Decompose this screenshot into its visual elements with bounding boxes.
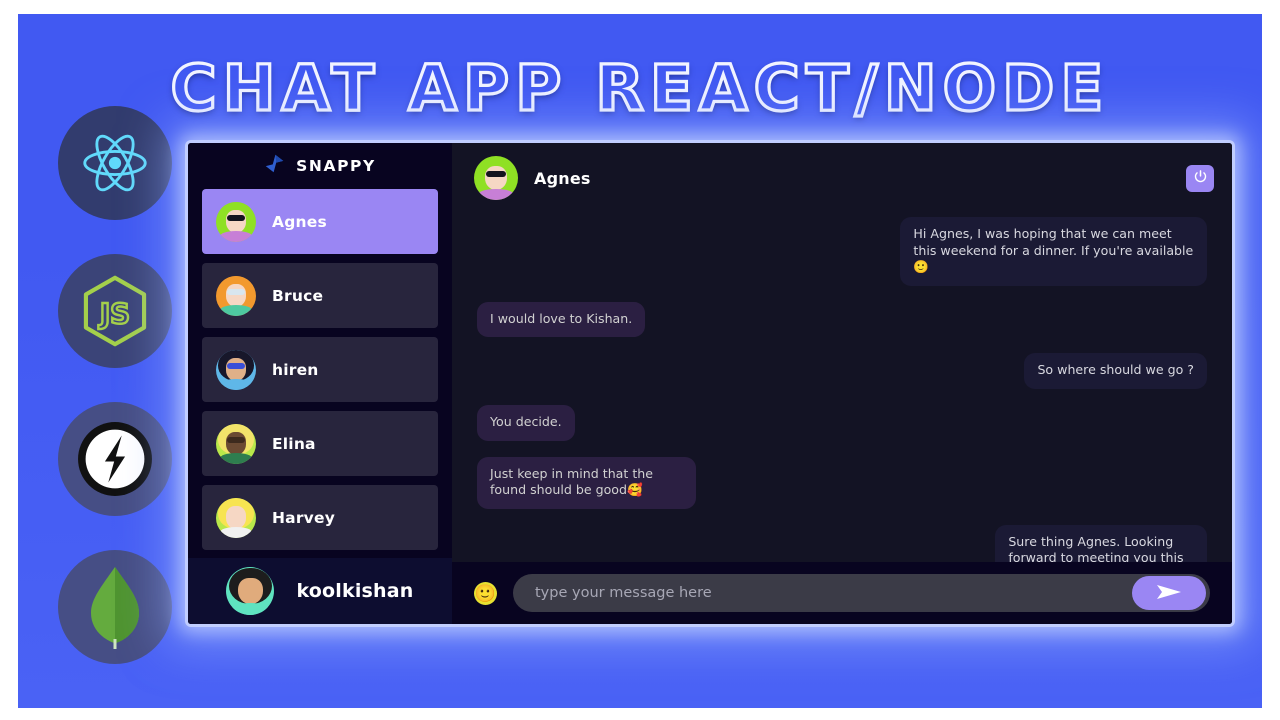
avatar [474, 156, 518, 200]
current-user-name: koolkishan [296, 580, 414, 602]
message-bubble-sent: Hi Agnes, I was hoping that we can meet … [900, 217, 1207, 286]
contact-name: hiren [272, 360, 319, 379]
avatar [216, 497, 256, 538]
chat-contact-name: Agnes [534, 168, 591, 188]
avatar [216, 423, 256, 464]
message-row: Hi Agnes, I was hoping that we can meet … [477, 217, 1207, 286]
message-row: I would love to Kishan. [477, 301, 1207, 338]
contact-item-agnes[interactable]: Agnes [202, 189, 438, 254]
message-row: So where should we go ? [477, 353, 1207, 390]
blue-stage: JS CHAT APP REACT/NODE SNAPPY Agnes Bruc… [18, 14, 1262, 708]
contact-name: Bruce [272, 286, 324, 305]
message-input-row: 🙂 [452, 562, 1232, 624]
message-bubble-sent: Sure thing Agnes. Looking forward to mee… [995, 524, 1207, 562]
message-bubble-received: You decide. [477, 405, 575, 441]
react-icon [58, 106, 172, 220]
page-title: CHAT APP REACT/NODE [169, 50, 1110, 126]
tech-stack-rail: JS [58, 106, 172, 698]
sidebar: SNAPPY Agnes Bruce hiren Elina Harvey ko… [188, 143, 452, 624]
message-row: Sure thing Agnes. Looking forward to mee… [477, 524, 1207, 562]
emoji-picker-icon[interactable]: 🙂 [474, 581, 497, 605]
contact-name: Elina [272, 434, 316, 453]
send-button[interactable] [1132, 576, 1206, 610]
nodejs-icon: JS [58, 254, 172, 368]
power-icon [1193, 169, 1208, 187]
message-bubble-received: I would love to Kishan. [477, 301, 646, 338]
message-input-shell[interactable] [513, 574, 1210, 612]
contact-item-elina[interactable]: Elina [202, 411, 438, 476]
brand: SNAPPY [188, 143, 452, 189]
page-title-wrap: CHAT APP REACT/NODE [18, 50, 1262, 126]
socketio-icon [58, 402, 172, 516]
mongodb-icon [58, 550, 172, 664]
contact-list[interactable]: Agnes Bruce hiren Elina Harvey [188, 189, 452, 558]
message-list: Hi Agnes, I was hoping that we can meet … [452, 213, 1232, 562]
message-bubble-sent: So where should we go ? [1024, 353, 1207, 390]
avatar [216, 349, 256, 390]
message-row: Just keep in mind that the found should … [477, 456, 1207, 509]
contact-item-harvey[interactable]: Harvey [202, 485, 438, 550]
avatar [226, 567, 275, 615]
avatar [216, 275, 256, 316]
avatar [216, 201, 256, 242]
svg-text:JS: JS [98, 297, 130, 330]
logout-button[interactable] [1186, 164, 1214, 192]
chat-app-window: SNAPPY Agnes Bruce hiren Elina Harvey ko… [188, 143, 1232, 624]
snappy-logo-icon [264, 153, 285, 179]
chat-container: Agnes Hi Agnes, I was hoping that we can… [452, 143, 1232, 624]
chat-header: Agnes [452, 143, 1232, 213]
message-row: You decide. [477, 405, 1207, 441]
message-bubble-received: Just keep in mind that the found should … [477, 456, 696, 509]
brand-name: SNAPPY [296, 157, 376, 175]
send-arrow-icon [1154, 581, 1184, 606]
screenshot-root: JS CHAT APP REACT/NODE SNAPPY Agnes Bruc… [0, 0, 1280, 720]
contact-name: Agnes [272, 212, 327, 231]
current-user: koolkishan [188, 558, 452, 624]
contact-item-hiren[interactable]: hiren [202, 337, 438, 402]
contact-name: Harvey [272, 508, 335, 527]
contact-item-bruce[interactable]: Bruce [202, 263, 438, 328]
message-input[interactable] [513, 574, 1132, 612]
